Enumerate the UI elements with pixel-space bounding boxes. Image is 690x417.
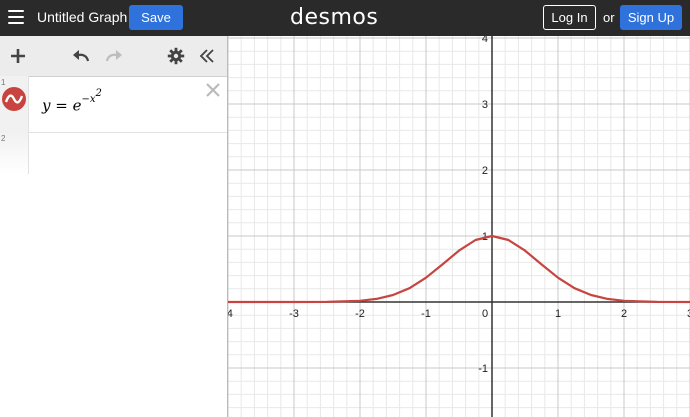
expression-exponent-power: 2 [95, 88, 102, 99]
graph-plot[interactable]: -4-3-2-101234321-1 [228, 36, 690, 417]
expression-panel: 1 y = e−x2 2 [0, 36, 228, 417]
expression-index: 2 [1, 134, 6, 143]
undo-icon[interactable] [69, 44, 93, 68]
x-tick-label: -4 [228, 308, 233, 320]
top-bar: Untitled Graph Save desmos Log In or Sig… [0, 0, 690, 36]
or-text: or [603, 10, 615, 25]
expression-math[interactable]: y = e−x2 [42, 88, 102, 115]
hamburger-icon[interactable] [8, 10, 24, 24]
y-tick-label: 2 [482, 165, 488, 177]
series-line [228, 234, 690, 304]
plus-icon[interactable] [6, 44, 30, 68]
redo-icon[interactable] [102, 44, 126, 68]
expression-tab: 1 [0, 76, 29, 132]
y-tick-label: 4 [482, 36, 488, 45]
close-icon[interactable] [205, 82, 221, 98]
expression-row[interactable]: 1 y = e−x2 [0, 76, 227, 133]
desmos-logo: desmos [290, 5, 379, 30]
save-button[interactable]: Save [129, 5, 183, 30]
x-tick-label: -2 [355, 308, 365, 320]
collapse-icon[interactable] [195, 44, 219, 68]
expression-index: 1 [1, 78, 6, 87]
signup-button[interactable]: Sign Up [620, 5, 682, 30]
y-tick-label: 3 [482, 99, 488, 111]
graph-title[interactable]: Untitled Graph [37, 9, 127, 25]
expression-lhs: y = e [42, 96, 82, 115]
expression-exponent: −x [81, 94, 96, 106]
x-tick-label: -3 [289, 308, 299, 320]
graph-color-icon[interactable] [2, 87, 26, 111]
graph-canvas[interactable]: -4-3-2-101234321-1 [228, 36, 690, 417]
x-tick-label: 1 [555, 308, 561, 320]
gear-icon[interactable] [164, 44, 188, 68]
y-tick-label: -1 [478, 363, 488, 375]
expression-tab: 2 [0, 132, 29, 174]
expression-toolbar [0, 36, 227, 77]
x-tick-label: 2 [621, 308, 627, 320]
login-button[interactable]: Log In [543, 5, 596, 30]
expression-row-empty[interactable]: 2 [0, 132, 227, 174]
x-tick-label: 0 [482, 308, 488, 320]
x-tick-label: -1 [421, 308, 431, 320]
